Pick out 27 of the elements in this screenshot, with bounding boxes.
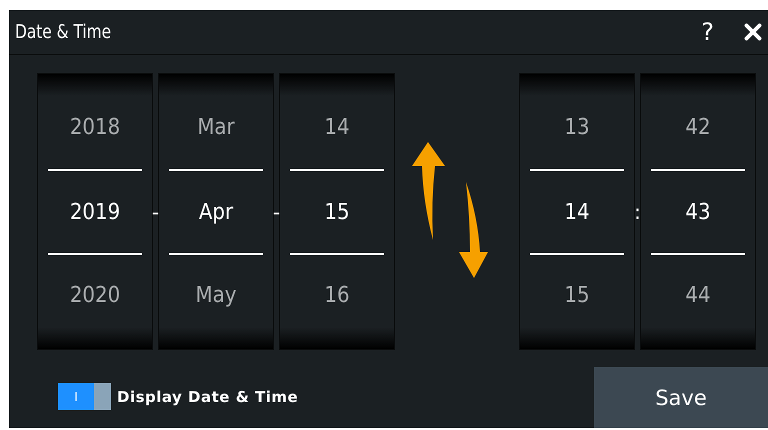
- toggle-label: Display Date & Time: [117, 388, 298, 406]
- wheel-value[interactable]: 15: [530, 252, 624, 336]
- wheel-value[interactable]: Mar: [169, 86, 263, 170]
- wheel-value[interactable]: 16: [290, 252, 384, 336]
- scroll-wheel[interactable]: 13 14 15: [519, 73, 635, 350]
- wheel-value[interactable]: May: [169, 252, 263, 336]
- scroll-wheel[interactable]: 14 15 16: [279, 73, 395, 350]
- wheel-value[interactable]: 2020: [48, 252, 142, 336]
- scroll-wheel[interactable]: Mar Apr May: [158, 73, 274, 350]
- wheel-value[interactable]: 14: [530, 169, 624, 253]
- wheel-value[interactable]: 44: [651, 252, 745, 336]
- wheel-value[interactable]: 42: [651, 86, 745, 170]
- save-button[interactable]: Save: [594, 367, 768, 428]
- wheel-value[interactable]: 43: [651, 169, 745, 253]
- separator: :: [634, 200, 641, 224]
- separator: -: [272, 200, 280, 224]
- separator: -: [152, 200, 160, 224]
- wheel-value[interactable]: 2018: [48, 86, 142, 170]
- wheel-value[interactable]: Apr: [169, 169, 263, 253]
- wheel-value[interactable]: 14: [290, 86, 384, 170]
- wheel-value[interactable]: 2019: [48, 169, 142, 253]
- scroll-wheel[interactable]: 2018 2019 2020: [37, 73, 153, 350]
- wheel-value[interactable]: 13: [530, 86, 624, 170]
- help-button[interactable]: ?: [701, 18, 714, 46]
- window-title: Date & Time: [15, 21, 112, 43]
- wheel-value[interactable]: 15: [290, 169, 384, 253]
- scroll-wheel[interactable]: 42 43 44: [640, 73, 756, 350]
